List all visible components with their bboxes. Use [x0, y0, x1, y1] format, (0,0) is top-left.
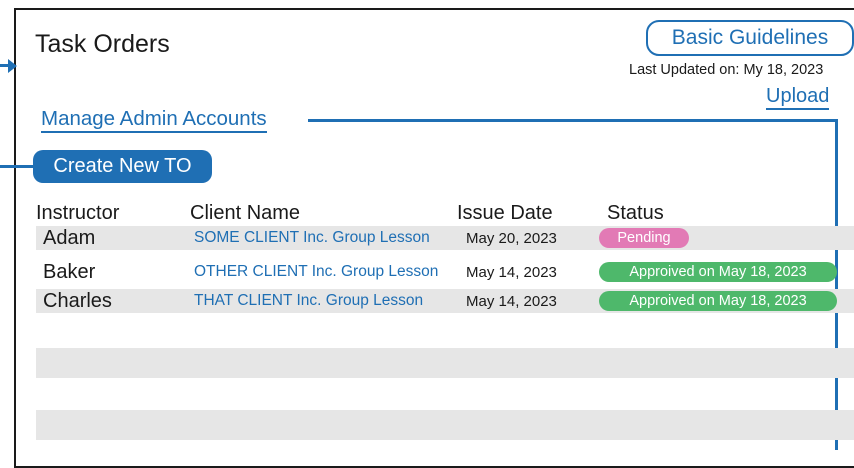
- status-badge: Approived on May 18, 2023: [599, 291, 837, 311]
- annotation-line-manage-v: [835, 119, 838, 450]
- basic-guidelines-button[interactable]: Basic Guidelines: [646, 20, 854, 56]
- empty-table-row: [36, 410, 854, 440]
- annotation-line-create: [0, 165, 33, 168]
- manage-admin-accounts-link[interactable]: Manage Admin Accounts: [41, 106, 267, 133]
- upload-link[interactable]: Upload: [766, 84, 830, 110]
- cell-issue-date: May 14, 2023: [466, 292, 557, 310]
- table-row[interactable]: Adam SOME CLIENT Inc. Group Lesson May 2…: [36, 226, 854, 250]
- empty-table-row: [36, 348, 854, 378]
- header-client-name: Client Name: [190, 202, 301, 224]
- last-updated-text: Last Updated on: My 18, 2023: [629, 62, 824, 78]
- annotation-line-manage-h: [308, 119, 838, 122]
- cell-client-link[interactable]: OTHER CLIENT Inc. Group Lesson: [194, 260, 438, 284]
- cell-client-link[interactable]: SOME CLIENT Inc. Group Lesson: [194, 226, 430, 250]
- create-new-to-button[interactable]: Create New TO: [33, 150, 212, 183]
- page-title: Task Orders: [35, 30, 170, 58]
- status-badge: Approived on May 18, 2023: [599, 262, 837, 282]
- cell-instructor: Adam: [43, 226, 96, 249]
- cell-instructor: Baker: [43, 260, 96, 283]
- header-instructor: Instructor: [36, 202, 120, 224]
- header-status: Status: [607, 202, 664, 224]
- status-badge: Pending: [599, 228, 689, 248]
- cell-instructor: Charles: [43, 289, 112, 312]
- cell-issue-date: May 20, 2023: [466, 229, 557, 247]
- table-row[interactable]: Charles THAT CLIENT Inc. Group Lesson Ma…: [36, 289, 854, 313]
- cell-client-link[interactable]: THAT CLIENT Inc. Group Lesson: [194, 289, 423, 313]
- table-row[interactable]: Baker OTHER CLIENT Inc. Group Lesson May…: [36, 260, 854, 284]
- header-issue-date: Issue Date: [457, 202, 553, 224]
- cell-issue-date: May 14, 2023: [466, 263, 557, 281]
- annotation-arrow-left-top: [8, 59, 17, 73]
